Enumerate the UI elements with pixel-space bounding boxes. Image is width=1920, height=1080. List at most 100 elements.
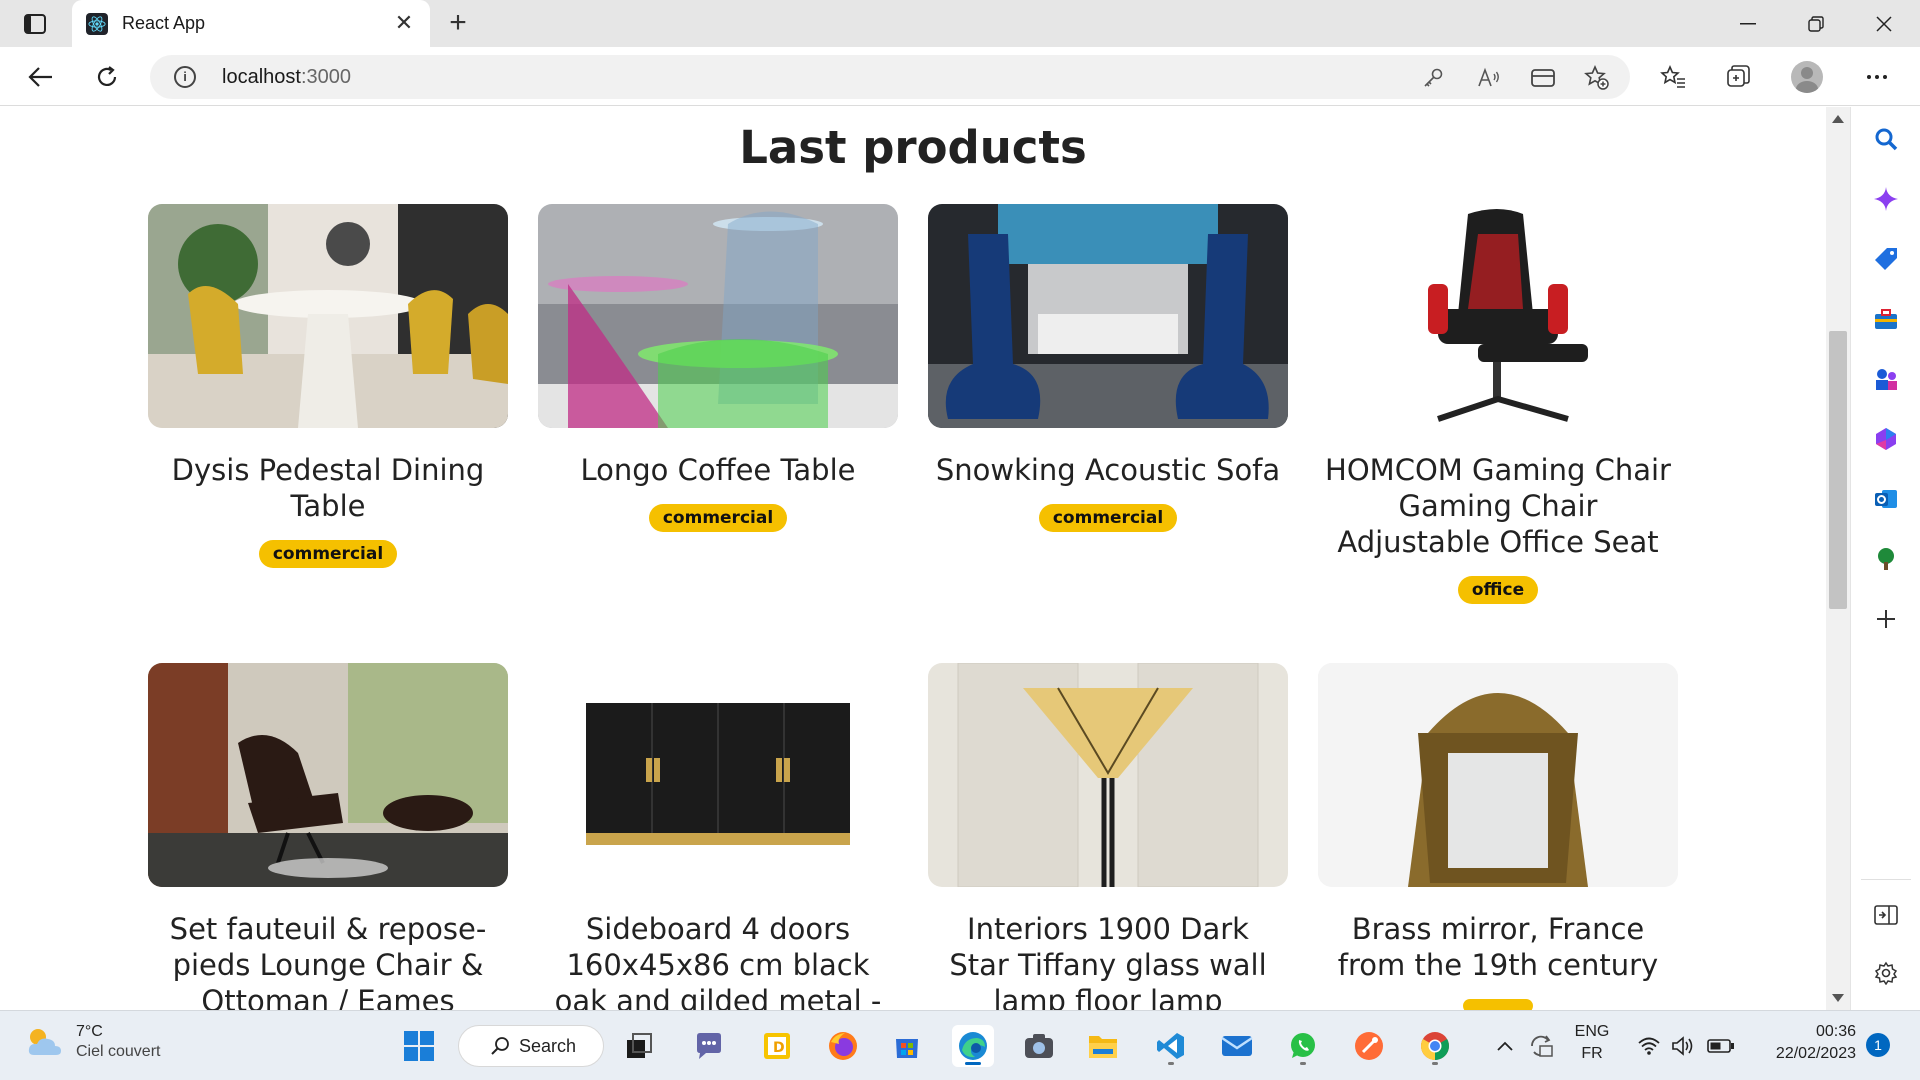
settings-gear-icon[interactable] xyxy=(1868,955,1904,991)
more-options-icon[interactable] xyxy=(1858,58,1896,96)
weather-temperature: 7°C xyxy=(76,1023,103,1040)
outlook-icon[interactable] xyxy=(1868,481,1904,517)
minimize-icon[interactable] xyxy=(1714,0,1782,47)
product-tag-badge: office xyxy=(1457,576,1539,604)
product-card[interactable]: Set fauteuil & repose-pieds Lounge Chair… xyxy=(148,663,508,1010)
product-card[interactable]: Dysis Pedestal Dining Table commercial xyxy=(148,204,508,568)
weather-widget[interactable]: 7°C Ciel couvert xyxy=(24,1023,160,1061)
whatsapp-icon[interactable] xyxy=(1282,1025,1324,1067)
microsoft-store-icon[interactable] xyxy=(886,1025,928,1067)
svg-text:D: D xyxy=(773,1040,785,1056)
product-image-brass-mirror[interactable] xyxy=(1318,663,1678,887)
product-image-dining-table[interactable] xyxy=(148,204,508,428)
browser-toolbar: i localhost:3000 xyxy=(0,47,1920,106)
games-icon[interactable] xyxy=(1868,361,1904,397)
page-viewport: Last products Dysis Pedestal Dining Tabl… xyxy=(0,107,1826,1010)
product-name[interactable]: Snowking Acoustic Sofa xyxy=(928,452,1288,488)
microsoft-365-icon[interactable] xyxy=(1868,421,1904,457)
tools-briefcase-icon[interactable] xyxy=(1868,301,1904,337)
taskbar-search[interactable]: Search xyxy=(458,1025,604,1067)
camera-app-icon[interactable] xyxy=(1018,1025,1060,1067)
taskbar-search-label: Search xyxy=(519,1035,577,1056)
postman-icon[interactable] xyxy=(1348,1025,1390,1067)
scroll-up-arrow-icon[interactable] xyxy=(1832,115,1844,123)
product-image-sideboard[interactable] xyxy=(538,663,898,887)
windows-taskbar: 7°C Ciel couvert Search D ENG FR 00:36 2… xyxy=(0,1010,1920,1080)
product-tag-badge xyxy=(1463,999,1533,1010)
product-name[interactable]: Sideboard 4 doors 160x45x86 cm black oak… xyxy=(538,911,898,1010)
product-image-acoustic-sofa[interactable] xyxy=(928,204,1288,428)
cloudy-weather-icon xyxy=(28,1029,61,1055)
tab-react-app[interactable]: React App ✕ xyxy=(72,0,430,47)
edge-sidebar xyxy=(1850,107,1920,1010)
product-name[interactable]: Set fauteuil & repose-pieds Lounge Chair… xyxy=(148,911,508,1010)
edge-browser-icon[interactable] xyxy=(952,1025,994,1067)
search-icon[interactable] xyxy=(1868,121,1904,157)
teams-chat-icon[interactable] xyxy=(688,1025,730,1067)
product-tag-badge: commercial xyxy=(648,504,788,532)
new-tab-button[interactable]: + xyxy=(442,8,474,40)
sync-tray-icon[interactable] xyxy=(1520,1025,1562,1067)
hide-sidebar-icon[interactable] xyxy=(1868,897,1904,933)
file-explorer-icon[interactable] xyxy=(1082,1025,1124,1067)
page-scrollbar[interactable] xyxy=(1826,107,1850,1010)
site-info-icon[interactable]: i xyxy=(174,66,196,88)
favorites-icon[interactable] xyxy=(1654,58,1692,96)
product-card[interactable]: Brass mirror, France from the 19th centu… xyxy=(1318,663,1678,1010)
product-card[interactable]: Interiors 1900 Dark Star Tiffany glass w… xyxy=(928,663,1288,1010)
add-sidebar-app-icon[interactable] xyxy=(1868,601,1904,637)
tab-title: React App xyxy=(122,13,206,33)
battery-icon[interactable] xyxy=(1700,1025,1742,1067)
collections-icon[interactable] xyxy=(1720,58,1758,96)
product-name[interactable]: Interiors 1900 Dark Star Tiffany glass w… xyxy=(928,911,1288,1010)
url-text[interactable]: localhost:3000 xyxy=(222,66,351,89)
product-tag-badge: commercial xyxy=(258,540,398,568)
task-view-icon[interactable] xyxy=(618,1025,660,1067)
restore-icon[interactable] xyxy=(1782,0,1850,47)
read-aloud-icon[interactable] xyxy=(1476,65,1502,91)
clock[interactable]: 00:36 22/02/2023 xyxy=(1746,1023,1856,1063)
refresh-icon[interactable] xyxy=(88,58,126,96)
product-name[interactable]: Brass mirror, France from the 19th centu… xyxy=(1318,911,1678,983)
mail-icon[interactable] xyxy=(1216,1025,1258,1067)
product-image-floor-lamp[interactable] xyxy=(928,663,1288,887)
tree-drop-icon[interactable] xyxy=(1868,541,1904,577)
notes-app-icon[interactable]: D xyxy=(756,1025,798,1067)
address-bar[interactable]: i localhost:3000 xyxy=(150,55,1630,99)
tab-actions-icon[interactable] xyxy=(14,10,56,38)
product-card[interactable]: Sideboard 4 doors 160x45x86 cm black oak… xyxy=(538,663,898,1010)
close-window-icon[interactable] xyxy=(1850,0,1918,47)
product-image-gaming-chair[interactable] xyxy=(1318,204,1678,428)
browser-titlebar: React App ✕ + xyxy=(0,0,1920,47)
scroll-down-arrow-icon[interactable] xyxy=(1832,994,1844,1002)
shopping-tag-icon[interactable] xyxy=(1868,241,1904,277)
product-name[interactable]: Dysis Pedestal Dining Table xyxy=(148,452,508,524)
product-tag-badge: commercial xyxy=(1038,504,1178,532)
profile-avatar[interactable] xyxy=(1788,58,1826,96)
product-card[interactable]: Longo Coffee Table commercial xyxy=(538,204,898,532)
weather-description: Ciel couvert xyxy=(76,1043,161,1060)
product-image-lounge-chair[interactable] xyxy=(148,663,508,887)
language-indicator[interactable]: ENG FR xyxy=(1570,1023,1614,1063)
add-favorite-icon[interactable] xyxy=(1584,65,1610,91)
product-card[interactable]: Snowking Acoustic Sofa commercial xyxy=(928,204,1288,532)
card-icon[interactable] xyxy=(1530,65,1556,91)
back-icon[interactable] xyxy=(22,58,60,96)
react-logo-icon xyxy=(86,12,108,35)
chrome-icon[interactable] xyxy=(1414,1025,1456,1067)
key-icon[interactable] xyxy=(1420,65,1446,91)
page-title: Last products xyxy=(739,121,1087,174)
copilot-sparkle-icon[interactable] xyxy=(1868,181,1904,217)
scroll-thumb[interactable] xyxy=(1829,331,1847,609)
vscode-icon[interactable] xyxy=(1150,1025,1192,1067)
volume-icon[interactable] xyxy=(1662,1025,1704,1067)
product-name[interactable]: Longo Coffee Table xyxy=(538,452,898,488)
product-image-coffee-table[interactable] xyxy=(538,204,898,428)
product-card[interactable]: HOMCOM Gaming Chair Gaming Chair Adjusta… xyxy=(1318,204,1678,604)
notification-count-badge[interactable]: 1 xyxy=(1866,1033,1890,1057)
search-icon xyxy=(491,1037,509,1055)
start-windows-icon[interactable] xyxy=(398,1025,440,1067)
close-tab-icon[interactable]: ✕ xyxy=(392,11,416,36)
firefox-icon[interactable] xyxy=(822,1025,864,1067)
product-name[interactable]: HOMCOM Gaming Chair Gaming Chair Adjusta… xyxy=(1318,452,1678,560)
